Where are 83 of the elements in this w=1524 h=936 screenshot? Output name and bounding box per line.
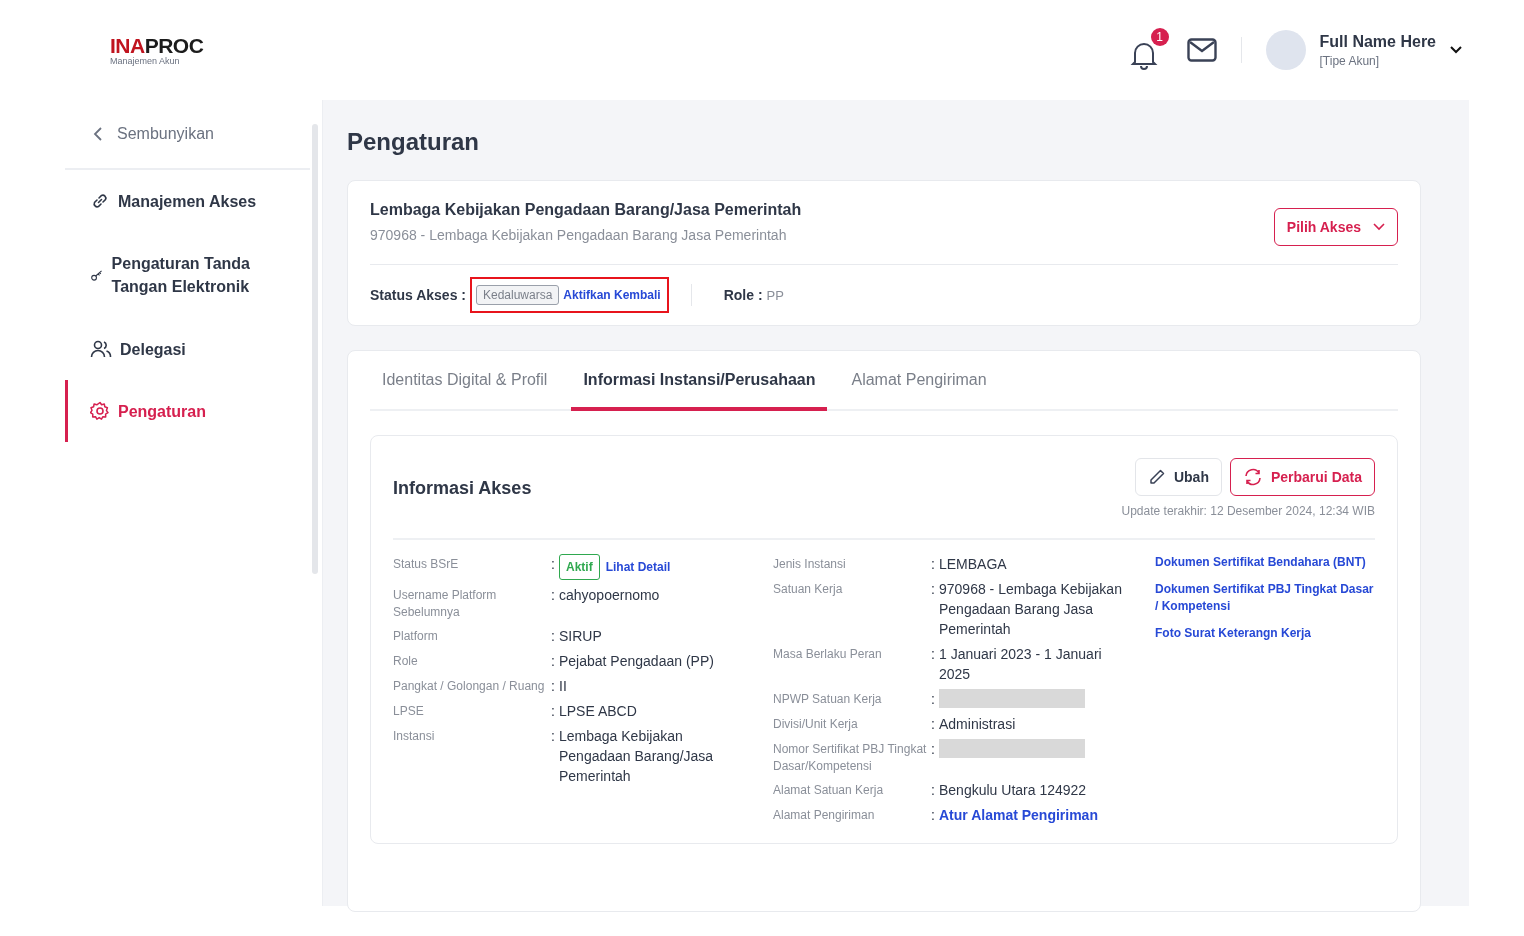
organization-name: Lembaga Kebijakan Pengadaan Barang/Jasa Pemerintah bbox=[370, 201, 802, 219]
refresh-data-button[interactable]: Perbarui Data bbox=[1229, 458, 1375, 496]
chevron-left-icon bbox=[93, 127, 103, 141]
pencil-icon bbox=[1147, 468, 1166, 486]
active-badge: Aktif bbox=[559, 554, 600, 580]
colon: : bbox=[931, 580, 936, 599]
field-value: II bbox=[559, 677, 568, 696]
notification-button[interactable]: 1 bbox=[1128, 27, 1169, 73]
field-value: LEMBAGA bbox=[939, 555, 1008, 574]
chevron-down-icon bbox=[1373, 223, 1385, 231]
colon: : bbox=[931, 781, 936, 800]
notification-badge: 1 bbox=[1150, 27, 1169, 46]
set-address-link[interactable]: Atur Alamat Pengiriman bbox=[939, 805, 1125, 825]
colon: : bbox=[551, 555, 556, 574]
colon: : bbox=[931, 690, 936, 709]
field-label: Alamat Pengiriman bbox=[773, 807, 876, 824]
select-access-button[interactable]: Pilih Akses bbox=[1273, 208, 1398, 246]
field-label: NPWP Satuan Kerja bbox=[773, 691, 883, 708]
document-link[interactable]: Dokumen Sertifikat PBJ Tingkat Dasar / Kompetensi bbox=[1155, 581, 1375, 615]
field-value: LPSE ABCD bbox=[559, 702, 638, 721]
field-label: Platform bbox=[393, 628, 439, 645]
tab[interactable]: Identitas Digital & Profil bbox=[370, 351, 560, 411]
chevron-down-icon[interactable] bbox=[1450, 46, 1462, 54]
field-label: Divisi/Unit Kerja bbox=[773, 716, 859, 733]
settings-icon bbox=[90, 401, 110, 421]
colon: : bbox=[931, 715, 936, 734]
page-title: Pengaturan bbox=[347, 128, 481, 156]
users-icon bbox=[90, 339, 112, 359]
tab[interactable]: Informasi Instansi/Perusahaan bbox=[571, 351, 828, 411]
sidebar-item[interactable]: Pengaturan Tanda Tangan Elektronik bbox=[65, 232, 322, 318]
field-value: Pejabat Pengadaan (PP) bbox=[559, 652, 715, 671]
role-label: Role : bbox=[723, 287, 763, 303]
field-label: Masa Berlaku Peran bbox=[773, 646, 883, 663]
link-icon bbox=[90, 191, 110, 211]
field-label: LPSE bbox=[393, 703, 425, 720]
edit-button[interactable]: Ubah bbox=[1134, 458, 1222, 496]
colon: : bbox=[931, 806, 936, 825]
colon: : bbox=[551, 627, 556, 646]
sidebar-item[interactable]: Manajemen Akses bbox=[65, 170, 322, 232]
colon: : bbox=[931, 645, 936, 664]
colon: : bbox=[551, 727, 556, 746]
expired-badge: Kedaluwarsa bbox=[475, 285, 560, 305]
colon: : bbox=[551, 702, 556, 721]
detail-link[interactable]: Lihat Detail bbox=[605, 557, 671, 577]
field-label: Jenis Instansi bbox=[773, 556, 847, 573]
field-label: Nomor Sertifikat PBJ Tingkat Dasar/Kompetensi bbox=[773, 741, 928, 775]
field-value: 970968 - Lembaga Kebijakan Pengadaan Barang Jasa Pemerintah bbox=[939, 580, 1123, 639]
field-label: Status BSrE bbox=[393, 556, 460, 573]
avatar bbox=[1265, 30, 1306, 70]
sidebar-item[interactable]: Delegasi bbox=[65, 318, 322, 380]
account-type: [Tipe Akun] bbox=[1319, 53, 1381, 68]
collapse-sidebar-button[interactable]: Sembunyikan bbox=[65, 100, 310, 170]
colon: : bbox=[931, 555, 936, 574]
section-title: Informasi Akses bbox=[393, 478, 532, 499]
colon: : bbox=[551, 586, 556, 605]
field-label: Username Platform Sebelumnya bbox=[393, 587, 498, 621]
field-value: Administrasi bbox=[939, 715, 1017, 734]
reactivate-link[interactable]: Aktifkan Kembali bbox=[563, 288, 661, 302]
document-link[interactable]: Foto Surat Keterangn Kerja bbox=[1155, 625, 1375, 642]
refresh-icon bbox=[1242, 468, 1263, 486]
field-value: SIRUP bbox=[559, 627, 603, 646]
organization-code: 970968 - Lembaga Kebijakan Pengadaan Barang Jasa Pemerintah bbox=[370, 227, 788, 243]
logo-caption: Manajemen Akun bbox=[110, 55, 181, 66]
tab[interactable]: Alamat Pengiriman bbox=[839, 351, 999, 411]
last-update-text: Update terakhir: 12 Desember 2024, 12:34 WIB bbox=[1121, 504, 1375, 518]
colon: : bbox=[931, 740, 936, 759]
colon: : bbox=[551, 652, 556, 671]
field-value: Lembaga Kebijakan Pengadaan Barang/Jasa Pemerintah bbox=[559, 727, 715, 786]
field-value: 1 Januari 2023 - 1 Januari 2025 bbox=[939, 645, 1103, 684]
field-label: Satuan Kerja bbox=[773, 581, 844, 598]
mail-icon[interactable] bbox=[1186, 38, 1217, 62]
status-label: Status Akses : bbox=[370, 287, 466, 303]
logo-wordmark: INAPROC bbox=[110, 34, 204, 56]
field-label: Alamat Satuan Kerja bbox=[773, 782, 885, 799]
field-value: cahyopoernomo bbox=[559, 586, 661, 605]
field-label: Pangkat / Golongan / Ruang bbox=[393, 678, 546, 695]
document-link[interactable]: Dokumen Sertifikat Bendahara (BNT) bbox=[1155, 554, 1375, 571]
colon: : bbox=[551, 677, 556, 696]
field-label: Role bbox=[393, 653, 419, 670]
field-label: Instansi bbox=[393, 728, 436, 745]
user-name: Full Name Here bbox=[1319, 32, 1436, 51]
field-value: Bengkulu Utara 124922 bbox=[939, 781, 1088, 800]
role-value: PP bbox=[766, 287, 784, 303]
